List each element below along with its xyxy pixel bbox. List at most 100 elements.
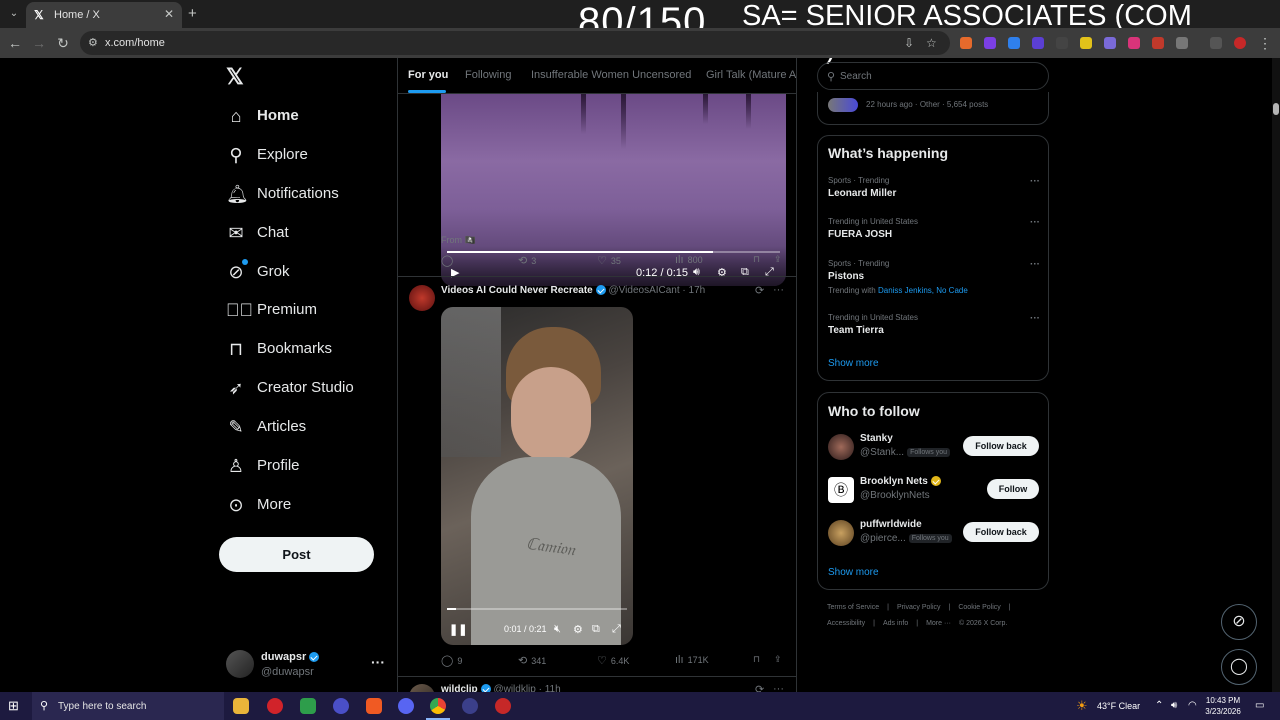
author-handle[interactable]: @wildklip	[493, 684, 535, 692]
reload-icon[interactable]: ↻	[54, 34, 72, 52]
pause-icon[interactable]: ❚❚	[449, 623, 467, 636]
nav-item-more[interactable]: ⊙ More	[222, 487, 392, 523]
footer-link[interactable]: More ···	[926, 620, 951, 627]
extension-icon[interactable]	[1104, 37, 1116, 49]
footer-link[interactable]: Ads info	[883, 620, 908, 627]
nav-item-profile[interactable]: ♙ Profile	[222, 448, 392, 484]
extension-icon[interactable]	[1152, 37, 1164, 49]
post-time[interactable]: · 11h	[539, 684, 561, 692]
views-button[interactable]: ılı 171K	[675, 654, 709, 666]
avatar[interactable]	[409, 285, 435, 311]
fullscreen-icon[interactable]: ⤢	[612, 623, 621, 636]
nav-item-premium[interactable]: ✓⃝ Premium	[222, 292, 392, 328]
tab-for-you[interactable]: For you	[408, 69, 448, 81]
follow-suggestion[interactable]: Stanky @Stank... Follows you Follow back	[828, 431, 1040, 465]
more-dots-icon[interactable]: ···	[773, 284, 784, 296]
install-app-icon[interactable]: ⇩	[904, 36, 914, 50]
share-icon[interactable]: ⇪	[774, 254, 782, 265]
tab-search-icon[interactable]: ⌄	[6, 6, 22, 22]
reply-button[interactable]: ◯	[441, 254, 457, 267]
scroll-thumb[interactable]	[1273, 103, 1279, 115]
mute-icon[interactable]: 🔇︎	[554, 623, 561, 636]
weather-text[interactable]: 43°F Clear	[1097, 701, 1140, 711]
footer-link[interactable]: Cookie Policy	[958, 604, 1000, 611]
forward-icon[interactable]: →	[30, 34, 48, 52]
close-tab-icon[interactable]: ✕	[164, 7, 174, 21]
app-icon[interactable]	[495, 698, 511, 714]
discord-icon[interactable]	[398, 698, 414, 714]
network-icon[interactable]: ◠	[1188, 700, 1197, 711]
trend-item[interactable]: Trending in United States FUERA JOSH ···	[828, 217, 1040, 240]
like-button[interactable]: ♡ 6.4K	[597, 654, 629, 667]
extension-icon[interactable]	[1056, 37, 1068, 49]
like-button[interactable]: ♡ 35	[597, 254, 621, 267]
share-icon[interactable]: ⇪	[774, 654, 782, 665]
post-time[interactable]: · 17h	[682, 285, 705, 296]
bookmark-icon[interactable]: ⊓	[753, 254, 760, 265]
puzzle-icon[interactable]	[1176, 37, 1188, 49]
follow-back-button[interactable]: Follow back	[963, 436, 1039, 456]
grok-floating-button[interactable]: ⊘	[1221, 604, 1257, 640]
author-name[interactable]: Videos AI Could Never Recreate	[441, 285, 593, 296]
app-icon[interactable]	[462, 698, 478, 714]
kebab-menu-icon[interactable]: ⋮	[1256, 34, 1274, 52]
notification-center-icon[interactable]: ▭	[1255, 700, 1264, 711]
app-icon[interactable]	[333, 698, 349, 714]
extension-icon[interactable]	[1032, 37, 1044, 49]
views-button[interactable]: ılı 800	[675, 254, 703, 266]
more-dots-icon[interactable]: ···	[371, 654, 385, 670]
show-more-link[interactable]: Show more	[828, 358, 879, 369]
follow-suggestion[interactable]: puffwrldwide @pierce... Follows you Follo…	[828, 517, 1040, 551]
repost-button[interactable]: ⟲ 341	[518, 654, 546, 667]
extension-icon[interactable]	[984, 37, 996, 49]
tray-chevron-icon[interactable]: ⌃	[1155, 700, 1163, 711]
post-video[interactable]: ℂ𝔞𝔪𝔦𝔬𝔫 ❚❚ 0:01 / 0:21 🔇︎ ⚙ ⧉ ⤢	[441, 307, 633, 645]
reply-button[interactable]: ◯ 9	[441, 654, 462, 667]
nav-item-creator-studio[interactable]: ➶ Creator Studio	[222, 370, 392, 406]
settings-icon[interactable]: ⚙	[573, 623, 583, 636]
browser-tab[interactable]: 𝕏 Home / X ✕	[26, 2, 182, 28]
repost-button[interactable]: ⟲ 3	[518, 254, 536, 267]
nav-item-home[interactable]: ⌂ Home	[222, 98, 392, 134]
opera-icon[interactable]	[267, 698, 283, 714]
brave-icon[interactable]	[366, 698, 382, 714]
show-more-link[interactable]: Show more	[828, 567, 879, 578]
address-bar[interactable]: ⚙ x.com/home ⇩ ☆	[80, 31, 950, 55]
tab-girl-talk[interactable]: Girl Talk (Mature Ac	[706, 69, 796, 81]
tab-following[interactable]: Following	[465, 69, 511, 81]
tab-list-icon[interactable]	[1210, 37, 1222, 49]
nav-item-grok[interactable]: ⊘ Grok	[222, 254, 392, 290]
page-scrollbar[interactable]	[1272, 58, 1280, 692]
chrome-icon[interactable]	[430, 698, 446, 714]
trend-item[interactable]: Sports · Trending Leonard Miller ···	[828, 176, 1040, 199]
nav-item-explore[interactable]: ⚲ Explore	[222, 137, 392, 173]
profile-avatar-icon[interactable]	[1234, 37, 1246, 49]
more-dots-icon[interactable]: ···	[1030, 313, 1040, 324]
file-explorer-icon[interactable]	[233, 698, 249, 714]
nav-item-chat[interactable]: ✉ Chat	[222, 215, 392, 251]
search-input[interactable]: ⚲ Search	[817, 62, 1049, 90]
footer-link[interactable]: Terms of Service	[827, 604, 879, 611]
extension-icon[interactable]	[1080, 37, 1092, 49]
grok-analyze-icon[interactable]: ⟳	[755, 284, 764, 297]
url-text[interactable]: x.com/home	[105, 37, 165, 49]
windows-start-icon[interactable]: ⊞	[8, 699, 22, 713]
taskbar-search[interactable]: ⚲ Type here to search	[32, 692, 224, 720]
community-card[interactable]: 22 hours ago · Other · 5,654 posts	[817, 92, 1049, 125]
more-dots-icon[interactable]: ···	[773, 683, 784, 692]
author-name[interactable]: wildclip	[441, 684, 478, 692]
pip-icon[interactable]: ⧉	[592, 623, 600, 636]
footer-link[interactable]: Privacy Policy	[897, 604, 941, 611]
bookmark-star-icon[interactable]: ☆	[926, 36, 937, 50]
footer-link[interactable]: Accessibility	[827, 620, 865, 627]
messages-floating-button[interactable]: ◯	[1221, 649, 1257, 685]
follow-suggestion[interactable]: Ⓑ Brooklyn Nets @BrooklynNets Follow	[828, 474, 1040, 508]
nav-item-bookmarks[interactable]: ⊓ Bookmarks	[222, 331, 392, 367]
x-logo-icon[interactable]: 𝕏	[226, 64, 244, 90]
site-info-icon[interactable]: ⚙	[88, 36, 102, 50]
more-dots-icon[interactable]: ···	[1030, 259, 1040, 270]
more-dots-icon[interactable]: ···	[1030, 176, 1040, 187]
speaker-icon[interactable]: 🔊︎	[1171, 700, 1177, 711]
back-icon[interactable]: ←	[6, 34, 24, 52]
more-dots-icon[interactable]: ···	[1030, 217, 1040, 228]
